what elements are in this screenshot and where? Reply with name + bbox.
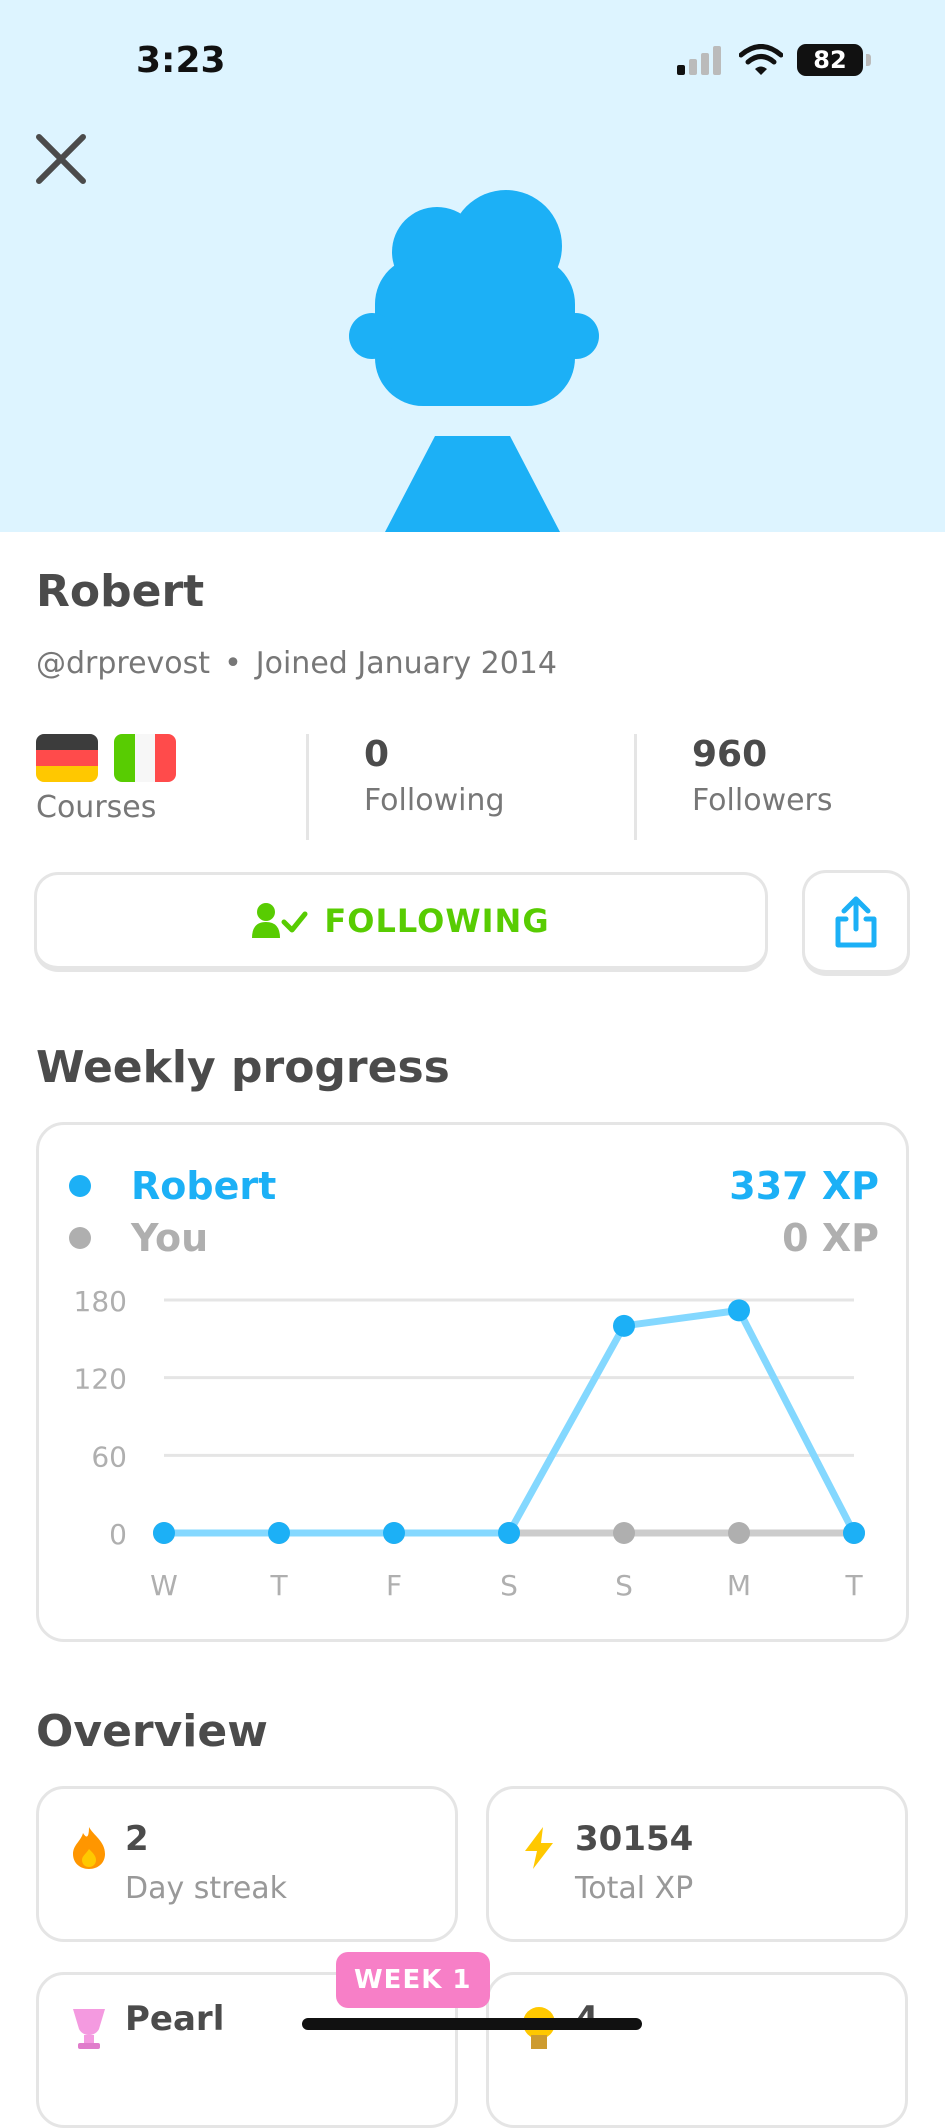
data-point-robert xyxy=(153,1522,175,1544)
series-line-robert xyxy=(160,1306,858,1537)
profile-meta: @drprevost • Joined January 2014 xyxy=(36,646,557,681)
wifi-icon xyxy=(739,44,783,75)
x-tick-label: M xyxy=(727,1569,751,1602)
data-point-robert xyxy=(843,1522,865,1544)
total-xp-card: 30154 Total XP xyxy=(486,1786,908,1942)
x-tick-label: S xyxy=(615,1569,633,1602)
y-tick-label: 120 xyxy=(74,1363,127,1396)
separator-dot: • xyxy=(224,646,242,681)
home-indicator[interactable] xyxy=(302,2018,642,2030)
lightning-icon xyxy=(525,1827,553,1869)
week-badge: WEEK 1 xyxy=(336,1952,490,2008)
following-count: 0 xyxy=(364,734,390,775)
italian-flag-icon xyxy=(114,734,176,782)
medals-card: 4 xyxy=(486,1972,908,2128)
user-check-icon xyxy=(252,902,308,938)
joined-date: Joined January 2014 xyxy=(255,646,557,681)
courses-label: Courses xyxy=(36,790,157,825)
data-point-you xyxy=(728,1522,750,1544)
data-point-robert xyxy=(268,1522,290,1544)
stat-divider xyxy=(306,734,309,840)
close-icon[interactable] xyxy=(34,132,88,186)
x-tick-label: W xyxy=(150,1569,178,1602)
total-xp-value: 30154 xyxy=(575,1819,694,1859)
day-streak-label: Day streak xyxy=(125,1871,288,1906)
profile-stats: Courses 0 Following 960 Followers xyxy=(36,734,909,840)
share-button[interactable] xyxy=(802,870,910,976)
following-label: Following xyxy=(364,783,505,818)
x-tick-label: T xyxy=(269,1569,288,1602)
x-tick-label: T xyxy=(844,1569,863,1602)
avatar-placeholder-icon xyxy=(349,190,599,532)
following-stat[interactable]: 0 Following xyxy=(364,734,505,840)
data-point-robert xyxy=(613,1314,635,1337)
following-button-label: FOLLOWING xyxy=(324,901,550,940)
battery-indicator: 82 xyxy=(797,44,871,76)
pearl-trophy-icon xyxy=(73,2009,105,2049)
data-point-robert xyxy=(383,1522,405,1544)
day-streak-card: 2 Day streak xyxy=(36,1786,458,1942)
data-point-you xyxy=(613,1522,635,1544)
total-xp-label: Total XP xyxy=(575,1871,694,1906)
y-tick-label: 180 xyxy=(74,1285,127,1318)
courses-stat[interactable]: Courses xyxy=(36,734,176,840)
league-value: Pearl xyxy=(125,1999,225,2039)
followers-label: Followers xyxy=(692,783,833,818)
weekly-progress-chart: 0 60 120 180 W T F S S M T xyxy=(74,1285,865,1602)
data-point-robert xyxy=(728,1299,750,1322)
y-tick-label: 60 xyxy=(91,1440,127,1473)
status-icons: 82 xyxy=(677,44,871,76)
data-point-robert xyxy=(498,1522,520,1544)
username: @drprevost xyxy=(36,646,211,681)
german-flag-icon xyxy=(36,734,98,782)
course-flags xyxy=(36,734,176,782)
x-tick-label: F xyxy=(386,1569,402,1602)
weekly-progress-title: Weekly progress xyxy=(36,1042,450,1093)
followers-count: 960 xyxy=(692,734,768,775)
following-button[interactable]: FOLLOWING xyxy=(34,872,768,972)
stat-divider xyxy=(634,734,637,840)
weekly-progress-card: Robert 337 XP You 0 XP 0 60 120 180 W T F S S M T xyxy=(36,1122,909,1642)
fire-icon xyxy=(73,1827,105,1869)
y-tick-label: 0 xyxy=(109,1518,127,1551)
followers-stat[interactable]: 960 Followers xyxy=(692,734,833,840)
status-time: 3:23 xyxy=(136,40,226,81)
signal-icon xyxy=(677,46,721,75)
profile-header: 3:23 82 xyxy=(0,0,945,532)
share-icon xyxy=(835,896,877,947)
overview-title: Overview xyxy=(36,1706,268,1757)
day-streak-value: 2 xyxy=(125,1819,149,1859)
x-tick-label: S xyxy=(500,1569,518,1602)
profile-name: Robert xyxy=(36,566,205,617)
